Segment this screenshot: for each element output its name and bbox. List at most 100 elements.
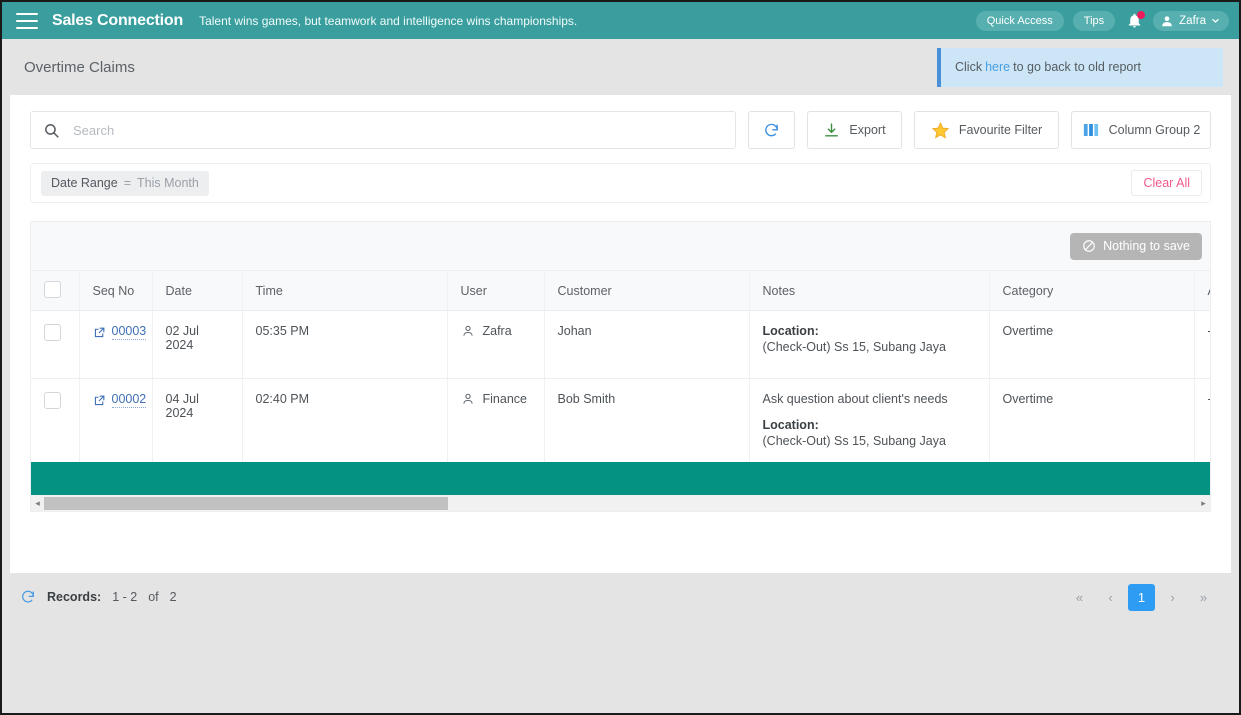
- refresh-icon: [763, 122, 780, 139]
- table-row[interactable]: 00003 02 Jul 2024 05:35 PM Zafra Johan L…: [31, 310, 1210, 379]
- quick-access-button[interactable]: Quick Access: [975, 10, 1064, 31]
- refresh-button[interactable]: [748, 111, 795, 149]
- cell-seq-no: 00002: [79, 378, 153, 467]
- page-header: Overtime Claims Click here to go back to…: [2, 39, 1239, 95]
- favourite-filter-button[interactable]: Favourite Filter: [914, 111, 1059, 149]
- grid-toolbar: Export Favourite Filter: [10, 95, 1231, 149]
- cell-user: Zafra: [447, 310, 545, 379]
- search-field-wrapper[interactable]: [30, 111, 736, 149]
- cell-category: Overtime: [989, 378, 1195, 467]
- star-icon: [931, 121, 950, 140]
- filter-chip-value: This Month: [137, 176, 199, 190]
- refresh-icon[interactable]: [20, 589, 36, 605]
- records-of: of: [148, 590, 159, 604]
- header-user[interactable]: User: [447, 270, 545, 311]
- scrollbar-thumb[interactable]: [44, 496, 448, 510]
- note-text: Ask question about client's needs: [762, 392, 948, 406]
- favourite-filter-label: Favourite Filter: [958, 123, 1043, 137]
- row-checkbox[interactable]: [44, 324, 61, 341]
- external-link-icon[interactable]: [93, 394, 106, 407]
- old-report-link[interactable]: here: [985, 60, 1010, 74]
- pagination-next[interactable]: ›: [1159, 584, 1186, 611]
- cell-time: 02:40 PM: [242, 378, 448, 467]
- grid-table: Seq No Date Time User Customer Notes Cat…: [31, 270, 1210, 467]
- search-input[interactable]: [71, 121, 723, 139]
- pagination-page-1[interactable]: 1: [1128, 583, 1155, 611]
- pagination-prev[interactable]: ‹: [1097, 584, 1124, 611]
- header-select-all[interactable]: [31, 270, 80, 311]
- scroll-left-arrow-icon[interactable]: ◂: [31, 498, 44, 509]
- column-group-button[interactable]: Column Group 2: [1071, 111, 1211, 149]
- page-title: Overtime Claims: [24, 58, 135, 76]
- clear-all-button[interactable]: Clear All: [1131, 170, 1202, 196]
- user-avatar-icon: [1160, 14, 1174, 28]
- note-location-value: (Check-Out) Ss 15, Subang Jaya: [762, 340, 946, 354]
- cell-date: 04 Jul 2024: [152, 378, 243, 467]
- active-filters-bar: Date Range = This Month Clear All: [30, 163, 1211, 203]
- user-icon: [461, 392, 475, 406]
- cell-time: 05:35 PM: [242, 310, 448, 379]
- grid-action-bar: Nothing to save: [31, 222, 1210, 270]
- tips-button[interactable]: Tips: [1072, 10, 1116, 31]
- cell-customer: Johan: [544, 310, 750, 379]
- nothing-to-save-button[interactable]: Nothing to save: [1070, 232, 1202, 260]
- content-card: Export Favourite Filter: [10, 95, 1231, 573]
- hamburger-menu-icon[interactable]: [16, 12, 38, 29]
- grid-footer: Records: 1 - 2 of 2 « ‹ 1 › »: [2, 573, 1239, 621]
- grid-horizontal-scrollbar[interactable]: ◂ ▸: [31, 495, 1210, 511]
- cell-date: 02 Jul 2024: [152, 310, 243, 379]
- notification-badge-dot: [1137, 10, 1146, 19]
- cell-customer: Bob Smith: [544, 378, 750, 467]
- cell-category: Overtime: [989, 310, 1195, 379]
- filter-chip-label: Date Range: [51, 176, 118, 190]
- grid-header-row: Seq No Date Time User Customer Notes Cat…: [31, 270, 1210, 311]
- header-date[interactable]: Date: [152, 270, 243, 311]
- row-select-cell[interactable]: [31, 310, 80, 379]
- cell-seq-no: 00003: [79, 310, 153, 379]
- application-window: Sales Connection Talent wins games, but …: [0, 0, 1241, 715]
- records-summary: Records: 1 - 2 of 2: [20, 589, 177, 605]
- export-label: Export: [849, 123, 886, 137]
- top-navigation-actions: Quick Access Tips Zafra: [975, 10, 1229, 31]
- scrollbar-track[interactable]: [44, 496, 1197, 510]
- note-location-value: (Check-Out) Ss 15, Subang Jaya: [762, 434, 946, 448]
- notification-bell-icon[interactable]: [1124, 10, 1146, 31]
- row-checkbox[interactable]: [44, 392, 61, 409]
- header-seq-no[interactable]: Seq No: [79, 270, 153, 311]
- header-time[interactable]: Time: [242, 270, 448, 311]
- records-total: 2: [169, 590, 177, 604]
- app-brand-title: Sales Connection: [52, 11, 184, 29]
- table-row[interactable]: 00002 04 Jul 2024 02:40 PM Finance Bob S…: [31, 378, 1210, 467]
- header-amount[interactable]: A: [1194, 270, 1210, 311]
- user-name-label: Zafra: [1179, 14, 1206, 27]
- old-report-notice: Click here to go back to old report: [937, 47, 1223, 87]
- column-group-label: Column Group 2: [1108, 123, 1201, 137]
- cell-amount: -: [1194, 310, 1210, 379]
- cell-user: Finance: [447, 378, 545, 467]
- select-all-checkbox[interactable]: [44, 280, 61, 298]
- scroll-right-arrow-icon[interactable]: ▸: [1197, 498, 1210, 509]
- chevron-down-icon: [1211, 16, 1220, 25]
- cell-amount: -: [1194, 378, 1210, 467]
- note-location-label: Location:: [762, 418, 819, 432]
- pagination-first[interactable]: «: [1066, 584, 1093, 611]
- search-icon: [43, 122, 60, 139]
- user-name: Finance: [482, 392, 527, 406]
- filter-chip-operator: =: [123, 176, 132, 190]
- seq-no-link[interactable]: 00003: [111, 324, 147, 340]
- pagination-last[interactable]: »: [1190, 584, 1217, 611]
- row-select-cell[interactable]: [31, 378, 80, 467]
- external-link-icon[interactable]: [93, 326, 106, 339]
- columns-icon: [1082, 121, 1100, 139]
- filter-chip-date-range[interactable]: Date Range = This Month: [41, 170, 209, 196]
- header-category[interactable]: Category: [989, 270, 1195, 311]
- grid-summary-bar: [31, 462, 1210, 497]
- seq-no-link[interactable]: 00002: [111, 392, 147, 408]
- user-menu-button[interactable]: Zafra: [1153, 10, 1229, 31]
- notice-suffix: to go back to old report: [1013, 60, 1141, 74]
- export-button[interactable]: Export: [807, 111, 902, 149]
- header-notes[interactable]: Notes: [749, 270, 990, 311]
- records-range: 1 - 2: [112, 590, 138, 604]
- header-customer[interactable]: Customer: [544, 270, 750, 311]
- top-navigation-bar: Sales Connection Talent wins games, but …: [2, 2, 1239, 39]
